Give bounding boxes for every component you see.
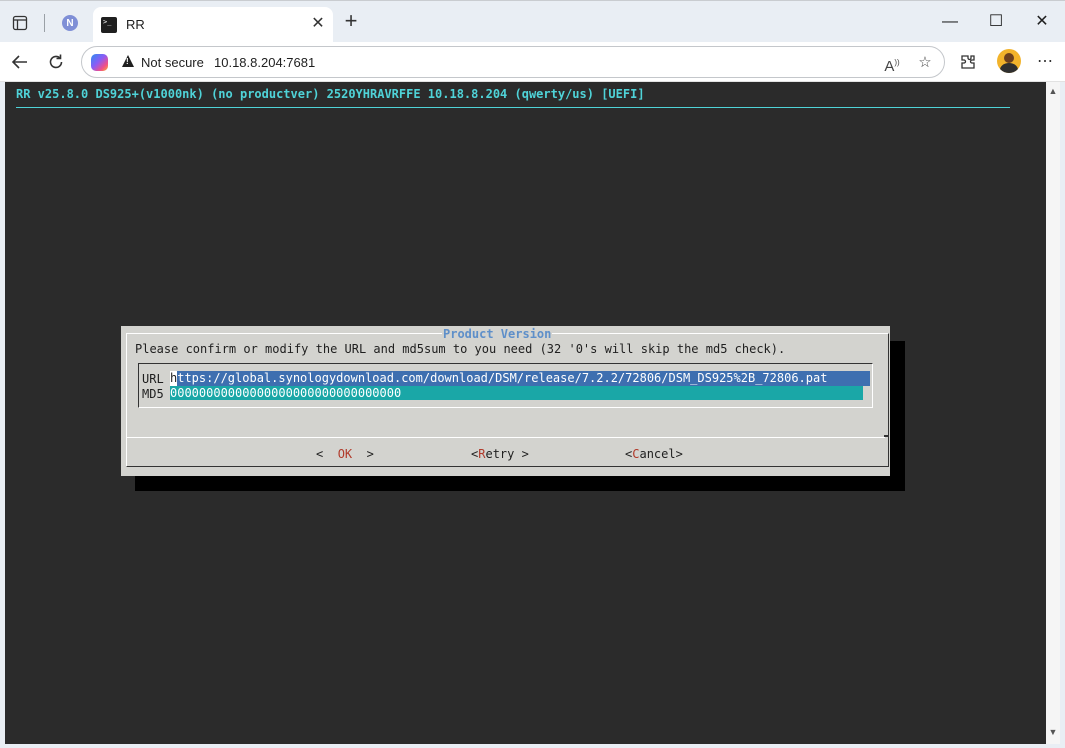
tab-close-icon[interactable]: ✕: [309, 15, 327, 33]
window-frame-bottom: [0, 744, 1065, 748]
ok-bracket-left: <: [316, 447, 338, 461]
profile-avatar[interactable]: [997, 49, 1021, 73]
separator-corner: [884, 435, 888, 437]
scroll-down-icon[interactable]: ▼: [1048, 727, 1058, 737]
tab-divider: [44, 14, 45, 32]
page-scrollbar[interactable]: ▲ ▼: [1046, 82, 1060, 744]
active-tab[interactable]: RR ✕: [93, 7, 333, 43]
dialog-prompt: Please confirm or modify the URL and md5…: [135, 342, 786, 356]
header-underline: [16, 107, 1010, 108]
button-separator: [127, 437, 885, 438]
copilot-icon[interactable]: [91, 54, 108, 71]
refresh-button[interactable]: [44, 50, 68, 74]
url-text[interactable]: 10.18.8.204:7681: [214, 55, 315, 70]
tab-actions-button[interactable]: [8, 11, 32, 35]
cancel-label: ancel>: [639, 447, 683, 461]
read-aloud-icon[interactable]: A)): [882, 53, 902, 75]
minimize-button[interactable]: —: [936, 9, 964, 35]
close-window-button[interactable]: ✕: [1028, 9, 1056, 35]
pinned-tab[interactable]: N: [58, 11, 82, 35]
url-value: ttps://global.synologydownload.com/downl…: [177, 371, 828, 385]
refresh-icon: [49, 54, 63, 69]
ok-label: OK: [337, 447, 353, 461]
terminal-header: RR v25.8.0 DS925+(v1000nk) (no productve…: [16, 87, 645, 101]
security-label[interactable]: Not secure: [141, 55, 204, 70]
maximize-button[interactable]: ☐: [982, 9, 1010, 35]
retry-button[interactable]: <Retry >: [471, 447, 529, 461]
scroll-up-icon[interactable]: ▲: [1048, 86, 1058, 96]
cancel-button[interactable]: <Cancel>: [625, 447, 683, 461]
address-bar[interactable]: Not secure 10.18.8.204:7681 A)) ☆: [81, 46, 945, 78]
url-input[interactable]: https://global.synologydownload.com/down…: [170, 371, 870, 386]
md5-label: MD5: [142, 387, 164, 401]
new-tab-button[interactable]: +: [340, 10, 362, 33]
window-frame-right: [1060, 82, 1065, 748]
tab-title: RR: [126, 17, 145, 32]
tab-strip: N RR ✕ + — ☐ ✕: [0, 0, 1065, 43]
back-arrow-icon: [11, 55, 27, 69]
tab-actions-icon: [12, 15, 28, 31]
back-button[interactable]: [8, 50, 32, 74]
retry-label: etry >: [485, 447, 529, 461]
url-label: URL: [142, 372, 164, 386]
warning-icon[interactable]: [122, 55, 134, 67]
pinned-tab-favicon-icon: N: [62, 15, 78, 31]
browser-toolbar: Not secure 10.18.8.204:7681 A)) ☆ ⋯: [0, 42, 1065, 82]
ok-bracket-right: >: [352, 447, 374, 461]
md5-input[interactable]: 00000000000000000000000000000000: [170, 386, 863, 400]
extensions-icon[interactable]: [956, 50, 980, 74]
star-icon[interactable]: ☆: [915, 53, 935, 73]
more-menu-icon[interactable]: ⋯: [1033, 50, 1057, 74]
dialog-title: Product Version: [442, 327, 553, 341]
ok-button[interactable]: < OK >: [316, 447, 374, 461]
terminal-favicon-icon: [101, 17, 117, 33]
